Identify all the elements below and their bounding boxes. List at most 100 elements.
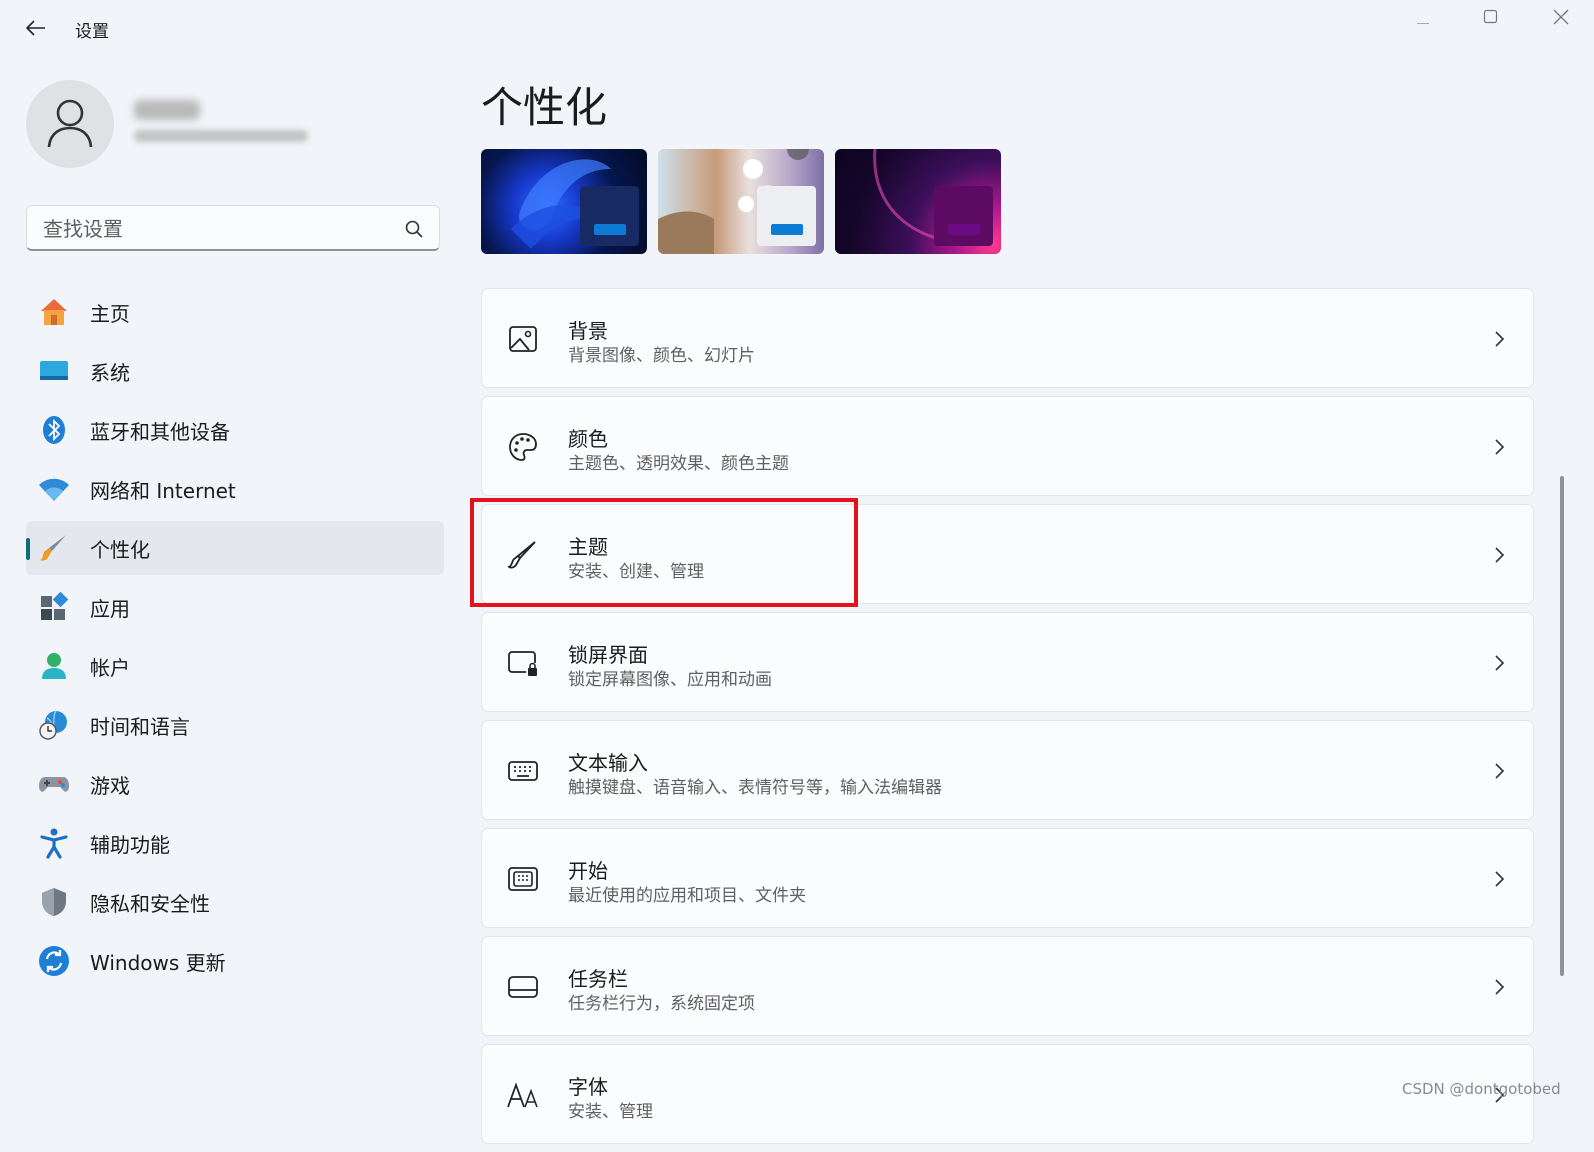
scrollbar-thumb[interactable] (1560, 476, 1564, 976)
palette-icon (506, 430, 540, 464)
keyboard-icon (506, 754, 540, 788)
chevron-right-icon (1495, 871, 1505, 887)
sidebar-item-label: 应用 (90, 596, 130, 621)
setting-subtitle: 安装、创建、管理 (568, 562, 704, 582)
back-arrow-icon (26, 20, 45, 36)
setting-subtitle: 最近使用的应用和项目、文件夹 (568, 886, 806, 906)
setting-title: 颜色 (568, 427, 608, 451)
gamepad-icon (38, 768, 70, 800)
sidebar-item-windows-update[interactable]: Windows 更新 (26, 934, 444, 988)
wifi-icon (38, 473, 70, 505)
user-name-redacted (134, 100, 200, 120)
sidebar-item-label: 帐户 (90, 655, 130, 680)
setting-title: 锁屏界面 (568, 643, 648, 667)
theme-thumbnail-bloom[interactable] (481, 149, 647, 254)
sidebar-item-label: 系统 (90, 360, 130, 385)
theme-accent-bar (948, 224, 980, 235)
chevron-right-icon (1495, 655, 1505, 671)
system-icon (38, 355, 70, 387)
setting-subtitle: 安装、管理 (568, 1102, 653, 1122)
sidebar-item-label: Windows 更新 (90, 950, 226, 975)
font-icon (506, 1078, 540, 1112)
theme-preview-card (580, 186, 639, 246)
home-icon (38, 296, 70, 328)
setting-title: 字体 (568, 1075, 608, 1099)
theme-preview-card (757, 186, 816, 246)
sidebar-item-label: 辅助功能 (90, 832, 170, 857)
sidebar-item-label: 隐私和安全性 (90, 891, 210, 916)
accessibility-icon (38, 827, 70, 859)
chevron-right-icon (1495, 331, 1505, 347)
close-icon (1553, 9, 1569, 25)
theme-accent-bar (594, 224, 626, 235)
setting-title: 文本输入 (568, 751, 648, 775)
chevron-right-icon (1495, 439, 1505, 455)
app-title: 设置 (75, 22, 109, 42)
chevron-right-icon (1495, 763, 1505, 779)
back-button[interactable] (22, 14, 50, 42)
theme-thumbnail-flowers[interactable] (658, 149, 824, 254)
setting-title: 主题 (568, 535, 608, 559)
sidebar-item-apps[interactable]: 应用 (26, 580, 444, 634)
setting-background[interactable]: 背景 背景图像、颜色、幻灯片 (481, 288, 1534, 388)
title-bar: 设置 (0, 0, 1594, 56)
setting-fonts[interactable]: 字体 安装、管理 (481, 1044, 1534, 1144)
lock-screen-icon (506, 646, 540, 680)
setting-title: 背景 (568, 319, 608, 343)
update-icon (38, 945, 70, 977)
setting-title: 开始 (568, 859, 608, 883)
setting-colors[interactable]: 颜色 主题色、透明效果、颜色主题 (481, 396, 1534, 496)
setting-lock-screen[interactable]: 锁屏界面 锁定屏幕图像、应用和动画 (481, 612, 1534, 712)
sidebar-item-time-language[interactable]: 时间和语言 (26, 698, 444, 752)
sidebar-nav: 主页 系统 蓝牙和其他设备 网络和 Internet 个性化 应用 帐户 时间和… (26, 285, 444, 993)
sidebar-item-home[interactable]: 主页 (26, 285, 444, 339)
image-icon (506, 322, 540, 356)
maximize-button[interactable] (1460, 0, 1522, 34)
shield-icon (38, 886, 70, 918)
sidebar-item-network[interactable]: 网络和 Internet (26, 462, 444, 516)
brush-icon (506, 538, 540, 572)
theme-preview-card (934, 186, 993, 246)
sidebar-item-label: 个性化 (90, 537, 150, 562)
maximize-icon (1483, 9, 1498, 24)
brush-icon (38, 532, 70, 564)
sidebar-item-label: 蓝牙和其他设备 (90, 419, 230, 444)
setting-subtitle: 任务栏行为，系统固定项 (568, 994, 755, 1014)
start-icon (506, 862, 540, 896)
bluetooth-icon (38, 414, 70, 446)
sidebar-item-label: 时间和语言 (90, 714, 190, 739)
sidebar-item-accounts[interactable]: 帐户 (26, 639, 444, 693)
search-icon[interactable] (405, 220, 423, 238)
sidebar-item-personalization[interactable]: 个性化 (26, 521, 444, 575)
account-icon (38, 650, 70, 682)
sidebar-item-privacy[interactable]: 隐私和安全性 (26, 875, 444, 929)
user-email-redacted (134, 130, 308, 142)
page-title: 个性化 (481, 83, 608, 132)
settings-list: 背景 背景图像、颜色、幻灯片 颜色 主题色、透明效果、颜色主题 主题 安装、创建… (481, 288, 1534, 1152)
setting-start[interactable]: 开始 最近使用的应用和项目、文件夹 (481, 828, 1534, 928)
minimize-button[interactable] (1392, 0, 1454, 34)
sidebar-item-system[interactable]: 系统 (26, 344, 444, 398)
setting-subtitle: 触摸键盘、语音输入、表情符号等，输入法编辑器 (568, 778, 942, 798)
theme-thumbnail-glow[interactable] (835, 149, 1001, 254)
setting-themes[interactable]: 主题 安装、创建、管理 (481, 504, 1534, 604)
theme-accent-bar (771, 224, 803, 235)
close-button[interactable] (1530, 0, 1592, 34)
taskbar-icon (506, 970, 540, 1004)
search-box[interactable] (26, 205, 440, 252)
sidebar-item-label: 网络和 Internet (90, 478, 236, 503)
setting-title: 任务栏 (568, 967, 628, 991)
watermark: CSDN @dontgotobed (1402, 1080, 1561, 1098)
avatar[interactable] (26, 80, 114, 168)
search-input[interactable] (41, 206, 405, 252)
chevron-right-icon (1495, 547, 1505, 563)
setting-text-input[interactable]: 文本输入 触摸键盘、语音输入、表情符号等，输入法编辑器 (481, 720, 1534, 820)
apps-icon (38, 591, 70, 623)
sidebar-item-label: 游戏 (90, 773, 130, 798)
setting-subtitle: 背景图像、颜色、幻灯片 (568, 346, 755, 366)
setting-taskbar[interactable]: 任务栏 任务栏行为，系统固定项 (481, 936, 1534, 1036)
setting-subtitle: 锁定屏幕图像、应用和动画 (568, 670, 772, 690)
sidebar-item-accessibility[interactable]: 辅助功能 (26, 816, 444, 870)
sidebar-item-gaming[interactable]: 游戏 (26, 757, 444, 811)
sidebar-item-bluetooth[interactable]: 蓝牙和其他设备 (26, 403, 444, 457)
